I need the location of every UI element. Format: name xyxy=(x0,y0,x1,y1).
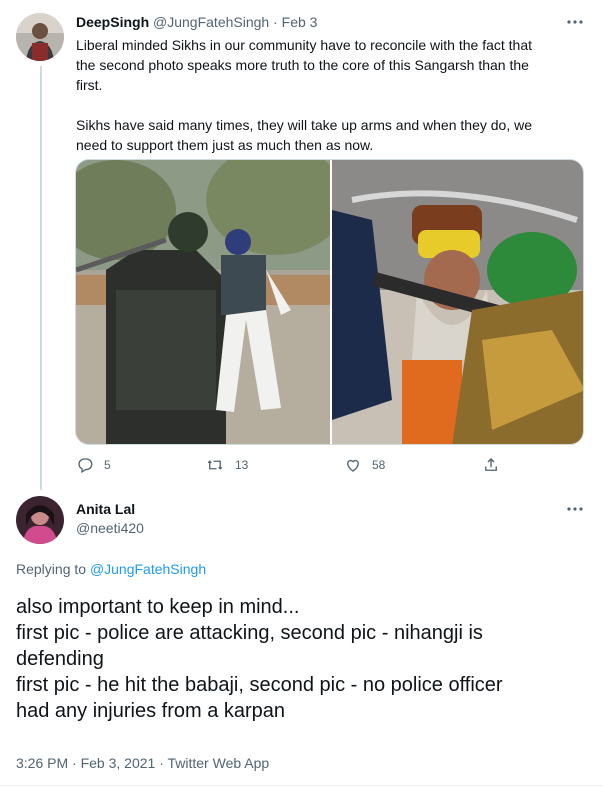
tweet1-line: Sikhs have said many times, they will ta… xyxy=(76,117,532,133)
tweet2-line: first pic - police are attacking, second… xyxy=(16,622,483,644)
tweet2-author: Anita Lal @neeti420 xyxy=(76,500,144,538)
like-action[interactable]: 58 xyxy=(344,456,385,474)
tweet2-timestamp[interactable]: 3:26 PM · Feb 3, 2021 · Twitter Web App xyxy=(16,755,269,771)
replying-handle-link[interactable]: @JungFatehSingh xyxy=(90,561,206,577)
display-name[interactable]: Anita Lal xyxy=(76,500,144,518)
tweet2-line: defending xyxy=(16,648,104,670)
bottom-divider xyxy=(0,785,603,786)
reply-bubble-icon xyxy=(78,458,93,473)
tweet1-line: first. xyxy=(76,77,103,93)
tweet2-line: also important to keep in mind... xyxy=(16,596,300,618)
more-options-button[interactable] xyxy=(565,13,585,31)
tweet1-line: the second photo speaks more truth to th… xyxy=(76,57,529,73)
handle[interactable]: @JungFatehSingh xyxy=(153,14,269,30)
tweet1-media xyxy=(75,159,584,445)
more-options-button[interactable] xyxy=(565,500,585,518)
more-dots-icon xyxy=(567,507,583,511)
share-action[interactable] xyxy=(482,456,500,474)
tweet1-line: Liberal minded Sikhs in our community ha… xyxy=(76,37,533,53)
handle[interactable]: @neeti420 xyxy=(76,518,144,538)
reply-action[interactable]: 5 xyxy=(76,456,111,474)
tweet2-line: had any injuries from a karpan xyxy=(16,700,286,722)
display-name[interactable]: DeepSingh xyxy=(76,14,149,30)
more-dots-icon xyxy=(567,20,583,24)
photo-2[interactable] xyxy=(332,160,583,444)
reply-count: 5 xyxy=(104,458,111,472)
tweet1-line: need to support them just as much then a… xyxy=(76,137,374,153)
tweet2-body: also important to keep in mind... first … xyxy=(16,594,591,724)
retweet-action[interactable]: 13 xyxy=(205,456,248,474)
photo-1[interactable] xyxy=(76,160,346,444)
retweet-count: 13 xyxy=(235,458,249,472)
avatar-deepsingh[interactable] xyxy=(16,13,64,61)
tweet1-header: DeepSingh @JungFatehSingh · Feb 3 xyxy=(76,14,317,30)
thread-connector-line xyxy=(40,66,42,490)
like-count: 58 xyxy=(372,458,386,472)
share-icon xyxy=(485,458,497,471)
replying-prefix: Replying to xyxy=(16,561,87,577)
avatar-anita-lal[interactable] xyxy=(16,496,64,544)
tweet1-body: Liberal minded Sikhs in our community ha… xyxy=(76,35,586,155)
separator: · xyxy=(273,14,278,30)
retweet-icon xyxy=(207,460,223,470)
tweet2-line: first pic - he hit the babaji, second pi… xyxy=(16,674,503,696)
tweet-date[interactable]: Feb 3 xyxy=(282,14,318,30)
heart-icon xyxy=(347,459,359,472)
replying-to: Replying to @JungFatehSingh xyxy=(16,561,206,577)
